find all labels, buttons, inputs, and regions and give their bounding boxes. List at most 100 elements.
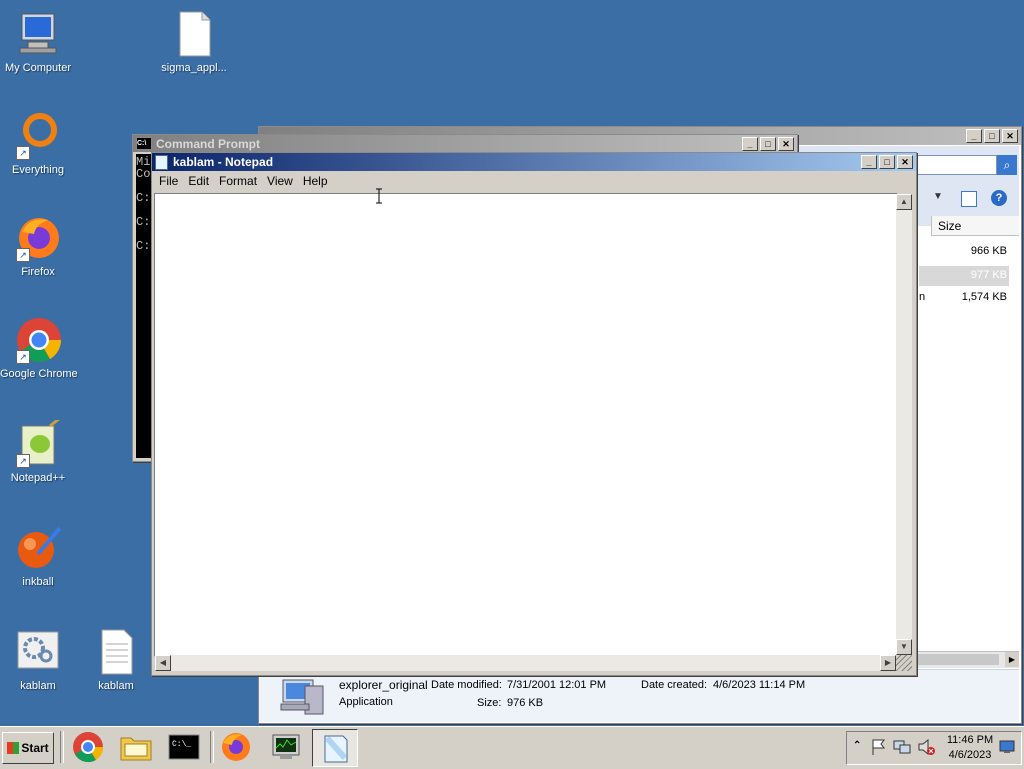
task-manager-icon: [272, 734, 300, 759]
detail-size-label: Size:: [477, 697, 502, 709]
taskbar: Start C:\_ ⌃ 11:46 PM 4/6/2023: [0, 726, 1024, 769]
scroll-right-arrow[interactable]: ▶: [880, 655, 896, 671]
shortcut-arrow-icon: ↗: [16, 146, 30, 160]
cmd-titlebar[interactable]: C:\ Command Prompt _ □ ✕: [133, 135, 797, 152]
horizontal-scrollbar[interactable]: ◀ ▶: [155, 655, 896, 671]
desktop-icon-label: Firefox: [21, 266, 55, 278]
flag-icon[interactable]: [871, 738, 887, 759]
file-row-size[interactable]: 1,574 KB: [931, 291, 1007, 303]
notepad-titlebar[interactable]: kablam - Notepad _ □ ✕: [152, 153, 916, 171]
firefox-icon: ↗: [14, 214, 62, 262]
details-pane: explorer_original Application Date modif…: [259, 669, 1019, 722]
notepad-title: kablam - Notepad: [173, 155, 274, 169]
desktop-icon-label: My Computer: [4, 62, 72, 74]
clock-date[interactable]: 4/6/2023: [943, 749, 997, 761]
size-column-header[interactable]: Size: [931, 216, 1019, 236]
folder-icon: [120, 737, 152, 761]
search-icon[interactable]: ⌕: [997, 155, 1017, 175]
vertical-scrollbar[interactable]: ▲ ▼: [896, 194, 912, 655]
taskbar-task-manager[interactable]: [264, 729, 308, 765]
desktop-icon-everything[interactable]: ↗ Everything: [0, 112, 76, 176]
notepad-menubar: File Edit Format View Help: [152, 171, 916, 191]
maximize-button[interactable]: □: [984, 129, 1000, 143]
minimize-button[interactable]: _: [742, 136, 758, 151]
desktop-icon-label: sigma_appl...: [161, 62, 227, 74]
minimize-button[interactable]: _: [966, 129, 982, 143]
search-input[interactable]: [915, 155, 997, 175]
taskbar-notepad[interactable]: [312, 729, 358, 767]
desktop-icon-firefox[interactable]: ↗ Firefox: [0, 214, 76, 278]
desktop-icon-label: kablam: [98, 680, 134, 692]
menu-edit[interactable]: Edit: [183, 174, 214, 188]
menu-file[interactable]: File: [154, 174, 183, 188]
detail-file-type: Application: [339, 696, 393, 708]
desktop-icon-label: Notepad++: [10, 472, 66, 484]
shortcut-arrow-icon: ↗: [16, 350, 30, 364]
text-cursor-icon: [376, 188, 382, 204]
notepad-window[interactable]: kablam - Notepad _ □ ✕ File Edit Format …: [151, 152, 917, 676]
resize-grip[interactable]: [896, 655, 912, 671]
menu-format[interactable]: Format: [214, 174, 262, 188]
file-row-size[interactable]: 966 KB: [931, 245, 1007, 257]
detail-date-created: 4/6/2023 11:14 PM: [713, 679, 806, 691]
application-icon: [279, 676, 327, 721]
notepad-plus-plus-icon: ↗: [14, 416, 62, 468]
scroll-down-arrow[interactable]: ▼: [896, 639, 912, 655]
scroll-up-arrow[interactable]: ▲: [896, 194, 912, 210]
detail-size: 976 KB: [507, 697, 544, 709]
desktop-icon-label: Everything: [12, 164, 64, 176]
system-tray: ⌃ 11:46 PM 4/6/2023: [846, 731, 1022, 765]
detail-date-modified: 7/31/2001 12:01 PM: [507, 679, 607, 691]
show-desktop-icon[interactable]: [999, 740, 1015, 757]
close-button[interactable]: ✕: [1002, 129, 1018, 143]
computer-icon: [14, 10, 62, 58]
detail-file-name: explorer_original: [339, 678, 428, 692]
close-button[interactable]: ✕: [778, 136, 794, 151]
cmd-icon: C:\: [136, 137, 152, 150]
close-button[interactable]: ✕: [897, 155, 913, 169]
taskbar-explorer[interactable]: [114, 729, 158, 765]
desktop-icon-notepad-plus-plus[interactable]: ↗ Notepad++: [0, 416, 76, 484]
shortcut-arrow-icon: ↗: [16, 454, 30, 468]
desktop-icon-my-computer[interactable]: My Computer: [0, 10, 76, 74]
menu-view[interactable]: View: [262, 174, 298, 188]
taskbar-chrome[interactable]: [66, 729, 110, 765]
scroll-thumb[interactable]: [917, 654, 999, 665]
taskbar-command-prompt[interactable]: C:\_: [162, 729, 206, 765]
firefox-icon: [222, 733, 250, 761]
cmd-icon: C:\_: [168, 734, 200, 760]
file-icon: [170, 10, 218, 58]
svg-text:C:\_: C:\_: [172, 740, 191, 749]
desktop-icon-inkball[interactable]: inkball: [0, 524, 76, 588]
file-row-size[interactable]: 977 KB: [931, 269, 1007, 281]
scroll-left-arrow[interactable]: ◀: [155, 655, 171, 671]
desktop-icon-google-chrome[interactable]: ↗ Google Chrome: [0, 316, 78, 380]
windows-logo-icon: [7, 742, 20, 754]
taskbar-firefox[interactable]: [214, 729, 258, 765]
volume-muted-icon[interactable]: [917, 738, 935, 759]
detail-date-created-label: Date created:: [641, 679, 708, 691]
inkball-icon: [14, 524, 62, 572]
preview-pane-icon[interactable]: [961, 191, 977, 207]
menu-help[interactable]: Help: [298, 174, 333, 188]
view-options-button[interactable]: ▼: [933, 191, 943, 202]
notepad-icon: [155, 154, 168, 170]
notepad-text-area[interactable]: [154, 193, 898, 657]
help-icon[interactable]: ?: [991, 190, 1007, 206]
everything-icon: ↗: [14, 112, 62, 160]
desktop-icon-kablam-settings[interactable]: kablam: [0, 628, 76, 692]
desktop-icon-kablam-text[interactable]: kablam: [78, 628, 154, 692]
minimize-button[interactable]: _: [861, 155, 877, 169]
show-hidden-icons-button[interactable]: ⌃: [853, 740, 861, 751]
chrome-icon: [73, 732, 104, 763]
start-button[interactable]: Start: [2, 732, 54, 764]
maximize-button[interactable]: □: [760, 136, 776, 151]
desktop-icon-sigma-appl[interactable]: sigma_appl...: [156, 10, 232, 74]
clock-time[interactable]: 11:46 PM: [943, 734, 997, 746]
horizontal-scrollbar[interactable]: ▶: [917, 651, 1019, 668]
cmd-title: Command Prompt: [156, 136, 261, 151]
scroll-right-arrow[interactable]: ▶: [1005, 652, 1019, 667]
network-icon[interactable]: [893, 738, 911, 759]
maximize-button[interactable]: □: [879, 155, 895, 169]
file-row-name-fragment[interactable]: n: [919, 291, 925, 303]
